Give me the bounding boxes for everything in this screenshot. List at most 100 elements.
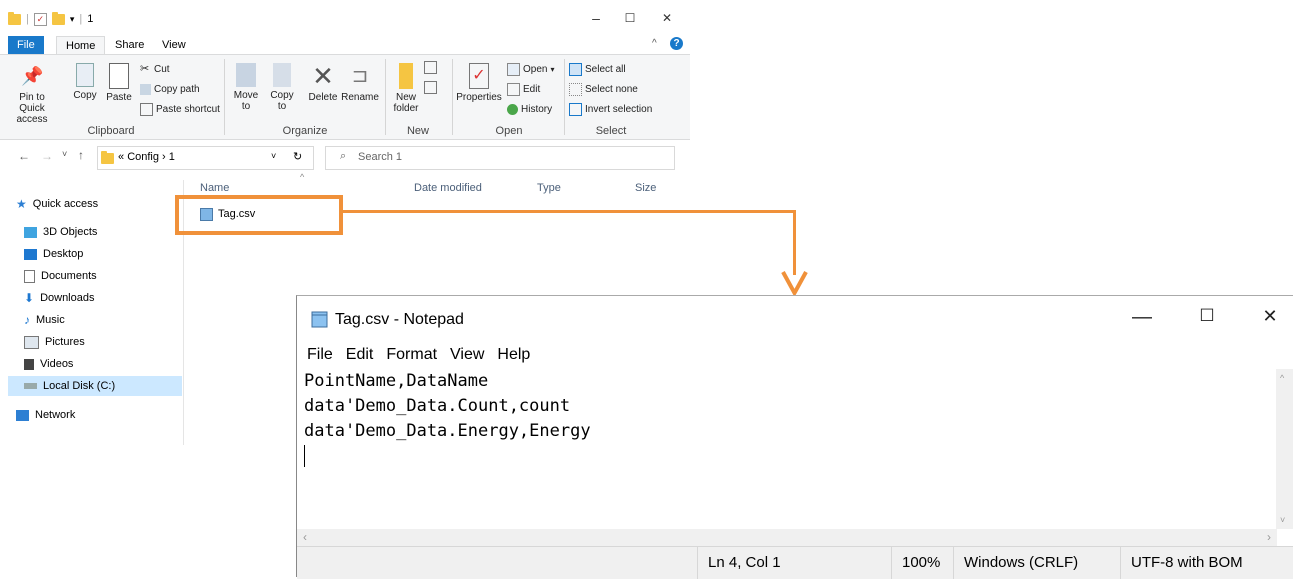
- nav-item-local-disk[interactable]: Local Disk (C:): [8, 376, 182, 396]
- nav-item-pictures[interactable]: Pictures: [24, 332, 85, 352]
- collapse-ribbon-icon[interactable]: ^: [652, 38, 657, 49]
- copy-icon: [76, 63, 94, 87]
- nav-item-videos[interactable]: Videos: [24, 354, 73, 374]
- nav-item-music[interactable]: ♪ Music: [24, 310, 65, 330]
- back-arrow-icon[interactable]: ←: [18, 149, 30, 163]
- select-none-icon: [569, 82, 582, 96]
- edit-icon: [507, 82, 520, 96]
- address-bar[interactable]: « Config › 1 ˅ ↻: [97, 146, 314, 170]
- horizontal-scrollbar[interactable]: ‹ ›: [297, 529, 1277, 546]
- cut-button[interactable]: ✂ Cut: [140, 61, 170, 77]
- copy-to-button[interactable]: Copy to: [266, 63, 298, 112]
- annotation-highlight-box: [175, 195, 343, 235]
- notepad-icon: [311, 310, 329, 328]
- breadcrumb-overflow[interactable]: «: [118, 151, 124, 163]
- delete-x-icon: ✕: [312, 61, 334, 91]
- tab-view[interactable]: View: [153, 36, 195, 54]
- explorer-titlebar: | ✓ ▾ | 1 – ☐ ✕: [0, 0, 690, 36]
- group-label-new: New: [406, 125, 429, 137]
- select-none-button[interactable]: Select none: [569, 81, 638, 97]
- minimize-button[interactable]: –: [586, 10, 606, 26]
- invert-selection-button[interactable]: Invert selection: [569, 101, 652, 117]
- scroll-left-icon[interactable]: ‹: [303, 530, 307, 544]
- paste-button[interactable]: Paste: [104, 63, 134, 103]
- edit-button[interactable]: Edit: [507, 81, 540, 97]
- nav-item-desktop[interactable]: Desktop: [24, 244, 83, 264]
- scroll-right-icon[interactable]: ›: [1267, 530, 1271, 544]
- maximize-button[interactable]: ☐: [1194, 306, 1220, 326]
- group-label-organize: Organize: [282, 125, 328, 137]
- refresh-icon[interactable]: ↻: [293, 150, 302, 163]
- rename-button[interactable]: ⊐ Rename: [341, 63, 379, 103]
- close-button[interactable]: ✕: [657, 10, 677, 26]
- nav-item-network[interactable]: Network: [16, 405, 75, 425]
- menu-edit[interactable]: Edit: [346, 346, 374, 364]
- easy-access-button[interactable]: [424, 79, 437, 95]
- nav-item-quick-access[interactable]: ★ Quick access: [16, 194, 98, 214]
- paste-shortcut-icon: [140, 102, 153, 116]
- move-to-button[interactable]: Move to: [230, 63, 262, 112]
- help-icon[interactable]: ?: [670, 37, 683, 50]
- column-header-type[interactable]: Type: [537, 182, 561, 194]
- recent-locations-icon[interactable]: ˅: [62, 149, 67, 159]
- column-header-date-modified[interactable]: Date modified: [414, 182, 482, 194]
- window-title: 1: [87, 13, 94, 25]
- new-item-button[interactable]: [424, 59, 437, 75]
- scissors-icon: ✂: [140, 62, 150, 75]
- chevron-down-icon: ▾: [550, 64, 555, 74]
- delete-button[interactable]: ✕ Delete: [305, 63, 341, 103]
- menu-file[interactable]: File: [307, 346, 333, 364]
- new-item-icon: [424, 60, 437, 74]
- up-arrow-icon[interactable]: ↑: [78, 148, 84, 162]
- vertical-scrollbar[interactable]: ^ ˅: [1276, 369, 1293, 529]
- properties-check-icon: ✓: [469, 63, 489, 89]
- scroll-down-icon[interactable]: ˅: [1280, 515, 1285, 525]
- search-placeholder: Search 1: [358, 151, 403, 163]
- text-line: PointName,DataName: [304, 371, 489, 391]
- forward-arrow-icon[interactable]: →: [41, 149, 53, 163]
- maximize-button[interactable]: ☐: [620, 10, 640, 26]
- copy-path-button[interactable]: Copy path: [140, 81, 200, 97]
- nav-item-downloads[interactable]: ⬇ Downloads: [24, 288, 94, 308]
- new-folder-icon[interactable]: [51, 11, 65, 25]
- annotation-arrowhead-icon: [781, 271, 808, 298]
- clipboard-icon: [109, 63, 129, 89]
- close-button[interactable]: ✕: [1257, 306, 1283, 327]
- nav-item-documents[interactable]: Documents: [24, 266, 97, 286]
- breadcrumb-current[interactable]: 1: [169, 151, 175, 163]
- text-editor[interactable]: PointName,DataName data'Demo_Data.Count,…: [304, 369, 1276, 527]
- tab-home[interactable]: Home: [56, 36, 106, 55]
- menu-help[interactable]: Help: [497, 346, 530, 364]
- history-button[interactable]: History: [507, 101, 552, 117]
- minimize-button[interactable]: —: [1129, 306, 1155, 329]
- open-button[interactable]: Open ▾: [507, 61, 554, 77]
- menu-format[interactable]: Format: [386, 346, 437, 364]
- cube-icon: [24, 226, 37, 238]
- tab-file[interactable]: File: [8, 36, 44, 54]
- copy-to-icon: [273, 63, 291, 87]
- copy-button[interactable]: Copy: [70, 63, 100, 101]
- column-header-name[interactable]: Name: [200, 182, 229, 194]
- paste-shortcut-button[interactable]: Paste shortcut: [140, 101, 220, 117]
- rename-icon: ⊐: [351, 65, 369, 87]
- tab-share[interactable]: Share: [106, 36, 153, 54]
- new-folder-button[interactable]: New folder: [389, 63, 423, 114]
- column-header-size[interactable]: Size: [635, 182, 656, 194]
- group-label-select: Select: [595, 125, 627, 137]
- breadcrumb-config[interactable]: Config: [127, 151, 159, 163]
- select-all-button[interactable]: Select all: [569, 61, 626, 77]
- customize-dropdown-icon[interactable]: ▾: [70, 14, 75, 25]
- download-icon: ⬇: [24, 291, 35, 305]
- properties-button[interactable]: ✓ Properties: [455, 63, 503, 103]
- nav-item-3d-objects[interactable]: 3D Objects: [24, 222, 97, 242]
- notepad-window: Tag.csv - Notepad — ☐ ✕ File Edit Format…: [296, 295, 1293, 579]
- chevron-down-icon[interactable]: ˅: [271, 151, 276, 161]
- folder-icon: [101, 151, 114, 164]
- scroll-up-icon[interactable]: ^: [1280, 373, 1284, 383]
- menu-view[interactable]: View: [450, 346, 484, 364]
- documents-icon: [24, 269, 35, 283]
- pin-icon: 📌: [21, 66, 44, 86]
- properties-check-icon[interactable]: ✓: [33, 12, 47, 26]
- search-input[interactable]: ⌕ Search 1: [325, 146, 675, 170]
- pin-to-quick-access-button[interactable]: 📌 Pin to Quick access: [6, 63, 58, 125]
